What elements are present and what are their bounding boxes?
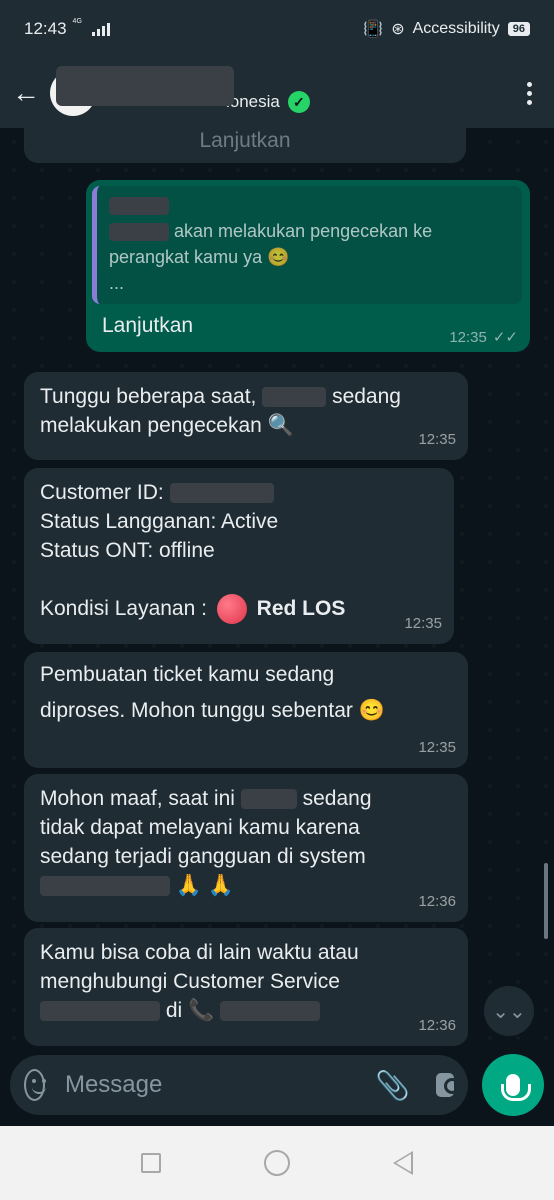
message-bubble-incoming: Pembuatan ticket kamu sedang diproses. M… <box>24 652 468 768</box>
message-bubble-incoming: Kamu bisa coba di lain waktu atau menghu… <box>24 928 468 1046</box>
message-input[interactable] <box>64 1071 375 1099</box>
signal-icon <box>91 22 110 36</box>
redacted-text <box>109 223 169 242</box>
redacted-text <box>109 197 169 216</box>
vibrate-icon: 📳 <box>363 21 384 38</box>
quick-reply-button[interactable]: Lanjutkan <box>199 129 290 152</box>
redacted-text <box>240 789 297 810</box>
double-check-icon: ✓✓ <box>492 329 518 346</box>
scrollbar-thumb[interactable] <box>544 863 548 939</box>
message-time: 12:35 <box>418 431 456 448</box>
recents-icon[interactable] <box>141 1153 162 1173</box>
redacted-text <box>40 876 170 897</box>
quoted-message[interactable]: akan melakukan pengecekan ke perangkat k… <box>92 186 522 304</box>
message-bubble-incoming: Customer ID: Status Langganan: Active St… <box>24 468 454 644</box>
message-bubble-incoming: Mohon maaf, saat ini sedang tidak dapat … <box>24 774 468 922</box>
message-bubble-incoming: Lanjutkan <box>24 128 466 163</box>
accessibility-label: Accessibility <box>412 20 500 37</box>
mic-icon <box>501 1074 531 1101</box>
chevron-down-icon: ⌄⌄ <box>492 1000 526 1023</box>
message-bubble-outgoing: akan melakukan pengecekan ke perangkat k… <box>86 180 530 352</box>
message-time: 12:36 <box>418 1017 456 1034</box>
chat-header: ← lonesia ✓ <box>0 58 554 128</box>
chat-area[interactable]: Lanjutkan akan melakukan pengecekan ke p… <box>0 128 554 1046</box>
status-time: 12:43 <box>24 19 67 38</box>
network-type: 4G <box>72 18 82 25</box>
message-time: 12:35 <box>418 739 456 756</box>
accessibility-icon: ⊛ <box>391 21 405 38</box>
redacted-text <box>169 483 274 504</box>
verified-badge-icon: ✓ <box>287 91 310 113</box>
message-time: 12:36 <box>418 893 456 910</box>
contact-name[interactable]: lonesia ✓ <box>226 73 310 113</box>
system-nav-bar <box>0 1126 554 1200</box>
redacted-contact-name <box>56 66 234 106</box>
nav-back-icon[interactable] <box>392 1151 413 1175</box>
message-time: 12:35 ✓✓ <box>449 329 518 346</box>
emoji-icon[interactable] <box>24 1069 46 1101</box>
red-circle-icon <box>216 594 247 625</box>
voice-message-button[interactable] <box>482 1054 544 1116</box>
redacted-text <box>40 1001 160 1022</box>
battery-icon: 96 <box>507 22 530 36</box>
more-options-icon[interactable] <box>527 81 542 105</box>
scroll-to-bottom-button[interactable]: ⌄⌄ <box>484 986 534 1036</box>
camera-icon[interactable] <box>435 1073 461 1097</box>
attach-icon[interactable]: 📎 <box>375 1069 410 1102</box>
quick-reply-button[interactable]: Lanjutkan <box>102 314 193 337</box>
home-icon[interactable] <box>263 1150 290 1176</box>
message-bubble-incoming: Tunggu beberapa saat, sedang melakukan p… <box>24 372 468 460</box>
status-bar: 12:43 4G 📳 ⊛ Accessibility 96 <box>0 0 554 58</box>
back-arrow-icon[interactable]: ← <box>12 77 46 109</box>
message-input-container: 📎 <box>10 1055 468 1115</box>
message-time: 12:35 <box>404 615 442 632</box>
input-bar: 📎 <box>0 1048 554 1122</box>
redacted-text <box>262 387 327 408</box>
redacted-text <box>220 1001 321 1022</box>
